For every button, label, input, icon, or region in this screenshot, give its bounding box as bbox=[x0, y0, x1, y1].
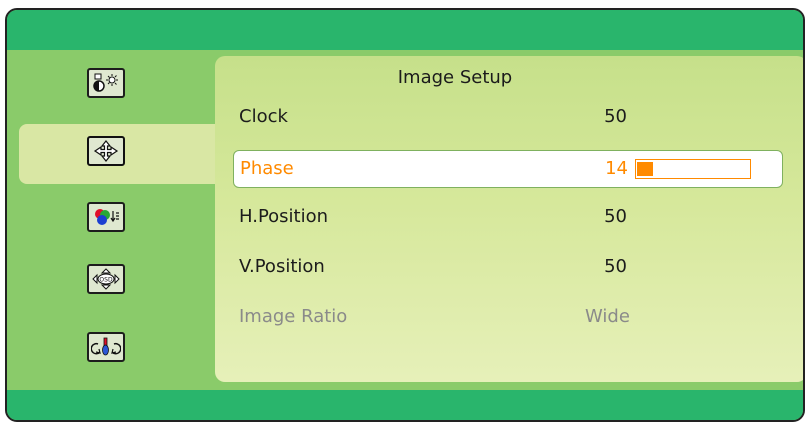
panel-title: Image Setup bbox=[397, 67, 513, 88]
v-position-value: 50 bbox=[604, 256, 627, 277]
sidebar-item-brightness[interactable] bbox=[87, 68, 125, 98]
move-arrows-icon bbox=[93, 140, 119, 162]
clock-value: 50 bbox=[604, 106, 627, 127]
phase-slider-fill bbox=[637, 162, 653, 176]
phase-row-selected[interactable]: Phase 14 bbox=[233, 150, 783, 188]
image-setup-panel: Image Setup Clock 50 Phase 14 H.Position… bbox=[215, 56, 803, 382]
osd-bottom-bar bbox=[7, 390, 803, 420]
osd-setup-icon: OSD bbox=[92, 268, 120, 290]
image-ratio-label: Image Ratio bbox=[239, 306, 348, 327]
clock-label[interactable]: Clock bbox=[239, 106, 288, 127]
color-setup-icon bbox=[95, 209, 119, 225]
phase-label: Phase bbox=[240, 158, 294, 179]
phase-value: 14 bbox=[605, 158, 628, 179]
osd-top-bar bbox=[7, 10, 803, 50]
h-position-label[interactable]: H.Position bbox=[239, 206, 328, 227]
sidebar-item-osd[interactable]: OSD bbox=[87, 264, 125, 294]
v-position-label[interactable]: V.Position bbox=[239, 256, 325, 277]
phase-slider[interactable] bbox=[635, 159, 751, 179]
sidebar-item-image-setup[interactable] bbox=[87, 136, 125, 166]
image-ratio-value: Wide bbox=[585, 306, 630, 327]
osd-window: OSD Image Setup Clock 50 Phase 14 H.Posi… bbox=[5, 8, 805, 422]
sidebar-item-color[interactable] bbox=[87, 202, 125, 232]
svg-text:OSD: OSD bbox=[99, 277, 113, 284]
sidebar-item-extra[interactable] bbox=[87, 332, 125, 362]
h-position-value: 50 bbox=[604, 206, 627, 227]
brightness-contrast-icon bbox=[93, 73, 118, 92]
extra-setup-icon bbox=[91, 337, 121, 356]
